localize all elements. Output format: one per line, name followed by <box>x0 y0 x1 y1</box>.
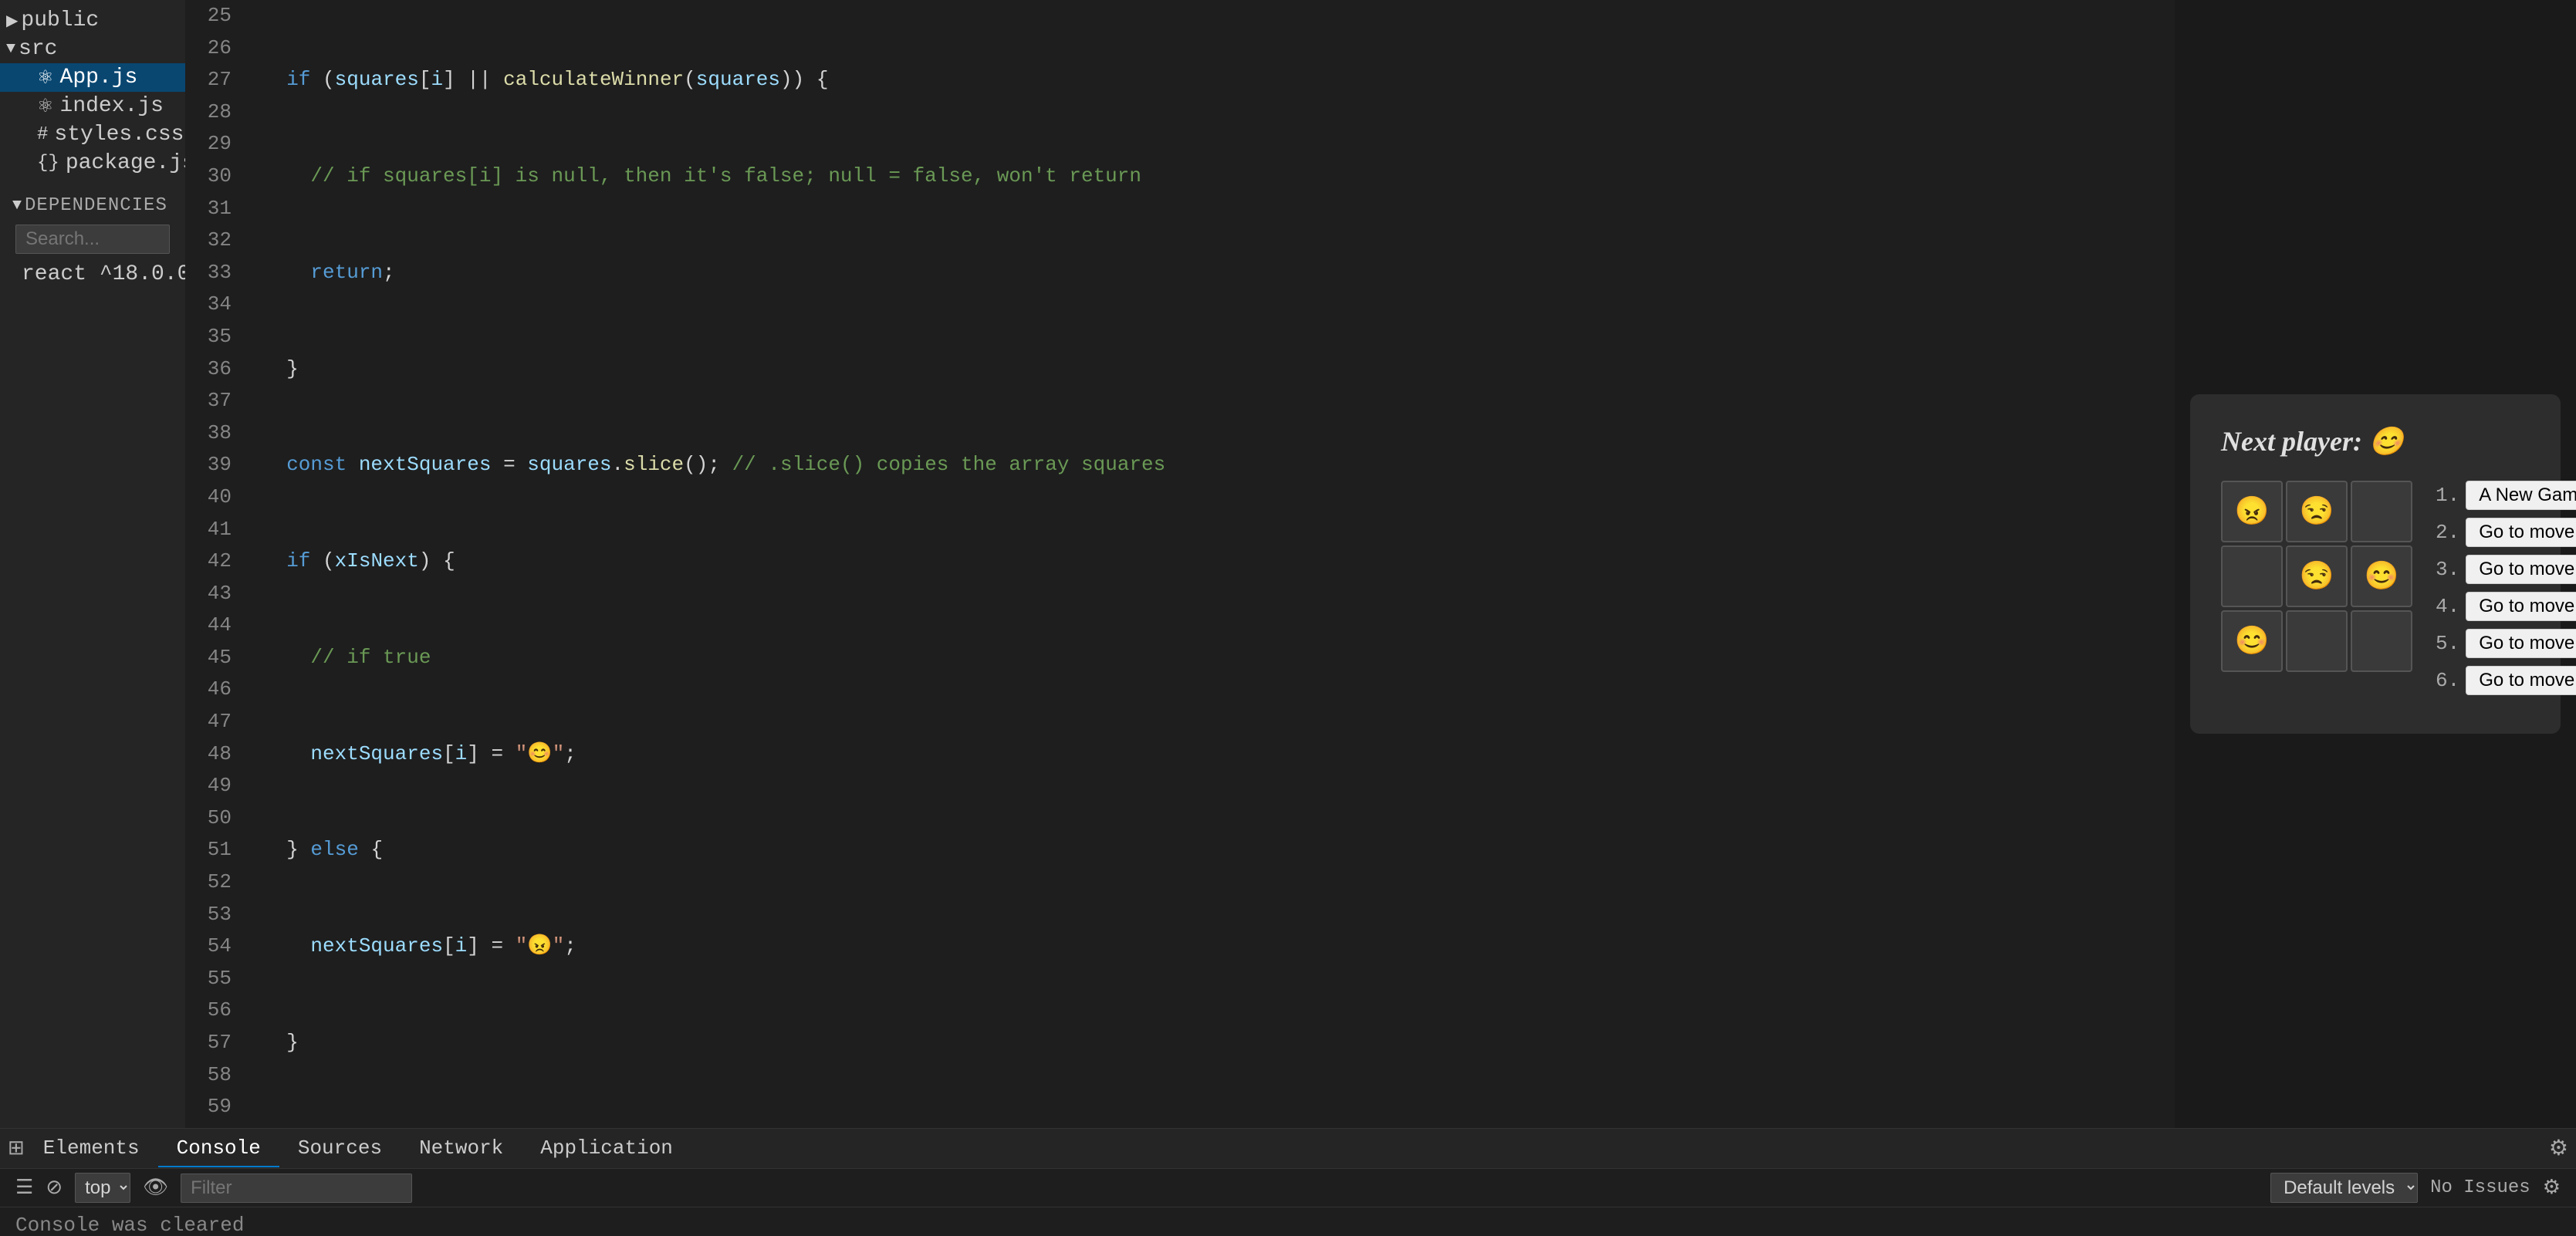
goto-move-3-button[interactable]: Go to move #3 <box>2466 592 2576 621</box>
file-icon: {} <box>37 153 59 174</box>
game-content: 😠 😒 😒 😊 😊 <box>2221 481 2530 703</box>
move-item-3: 4. Go to move #3 <box>2436 592 2576 621</box>
chevron-right-icon: ▶ <box>6 11 18 31</box>
tab-elements[interactable]: Elements <box>25 1130 158 1167</box>
tab-console[interactable]: Console <box>158 1130 279 1167</box>
square-2-0[interactable]: 😊 <box>2221 610 2283 672</box>
sidebar-item-label: public <box>21 8 99 32</box>
sidebar-item-label: styles.css <box>54 123 184 147</box>
eye-icon[interactable]: 👁 <box>143 1176 168 1200</box>
sidebar-item-appjs[interactable]: ⚛ App.js <box>0 63 185 92</box>
issues-settings-icon[interactable]: ⚙ <box>2543 1176 2561 1200</box>
devtools-right: Default levels No Issues ⚙ <box>2270 1173 2561 1203</box>
devtools-toggle-icon[interactable]: ⊞ <box>8 1136 25 1160</box>
square-0-1[interactable]: 😒 <box>2286 481 2348 542</box>
board-row-2: 😊 <box>2221 610 2412 672</box>
board-row-1: 😒 😊 <box>2221 545 2412 607</box>
code-content[interactable]: if (squares[i] || calculateWinner(square… <box>247 0 2175 1128</box>
editor-area: 2526272829 3031323334 3536373839 4041424… <box>185 0 2175 1128</box>
move-num-4: 5. <box>2436 632 2459 655</box>
move-item-4: 5. Go to move #4 <box>2436 629 2576 658</box>
dependencies-label: DEPENDENCIES <box>25 195 167 216</box>
square-1-0[interactable] <box>2221 545 2283 607</box>
move-num-2: 3. <box>2436 558 2459 581</box>
move-item-2: 3. Go to move #2 <box>2436 555 2576 584</box>
move-item-5: 6. Go to move #5 <box>2436 666 2576 695</box>
console-cleared-text: Console was cleared <box>15 1214 244 1236</box>
file-icon: ⚛ <box>37 95 54 118</box>
square-0-0[interactable]: 😠 <box>2221 481 2283 542</box>
sidebar-item-label: App.js <box>60 66 138 89</box>
move-num-0: 1. <box>2436 484 2459 507</box>
sidebar-item-src[interactable]: ▼ src <box>0 35 185 63</box>
board-row-0: 😠 😒 <box>2221 481 2412 542</box>
square-1-1[interactable]: 😒 <box>2286 545 2348 607</box>
search-container <box>6 218 179 260</box>
square-1-2[interactable]: 😊 <box>2351 545 2412 607</box>
sidebar-toggle-icon[interactable]: ☰ <box>15 1176 33 1200</box>
no-issues-label: No Issues <box>2430 1177 2530 1198</box>
react-version-label: react ^18.0.0 <box>22 262 190 286</box>
new-game-button[interactable]: A New Game ! <box>2466 481 2576 510</box>
clear-console-icon[interactable]: ⊘ <box>46 1176 63 1200</box>
game-board[interactable]: 😠 😒 😒 😊 😊 <box>2221 481 2412 672</box>
square-2-1[interactable] <box>2286 610 2348 672</box>
chevron-down-icon: ▼ <box>6 40 15 58</box>
move-item-0: 1. A New Game ! <box>2436 481 2576 510</box>
line-numbers: 2526272829 3031323334 3536373839 4041424… <box>185 0 247 1128</box>
chevron-down-icon: ▼ <box>12 197 22 214</box>
move-num-5: 6. <box>2436 669 2459 692</box>
sidebar-item-indexjs[interactable]: ⚛ index.js <box>0 92 185 120</box>
goto-move-2-button[interactable]: Go to move #2 <box>2466 555 2576 584</box>
sidebar-react-version: react ^18.0.0 <box>6 260 179 289</box>
sidebar-item-label: src <box>19 37 57 61</box>
devtools-toolbar: ☰ ⊘ top 👁 Default levels No Issues ⚙ <box>0 1169 2576 1207</box>
log-levels-dropdown[interactable]: Default levels <box>2270 1173 2418 1203</box>
tab-application[interactable]: Application <box>522 1130 691 1167</box>
moves-list: 1. A New Game ! 2. Go to move #1 3. Go t… <box>2436 481 2576 703</box>
tab-network[interactable]: Network <box>401 1130 522 1167</box>
move-item-1: 2. Go to move #1 <box>2436 518 2576 547</box>
game-panel: Next player: 😊 😠 😒 😒 😊 😊 <box>2175 0 2576 1128</box>
console-filter-input[interactable] <box>181 1174 412 1203</box>
sidebar-item-public[interactable]: ▶ public <box>0 6 185 35</box>
move-num-1: 2. <box>2436 521 2459 544</box>
devtools-console-content: Console was cleared <box>0 1207 2576 1236</box>
file-icon: # <box>37 124 48 145</box>
square-0-2[interactable] <box>2351 481 2412 542</box>
context-dropdown[interactable]: top <box>75 1173 130 1203</box>
goto-move-4-button[interactable]: Go to move #4 <box>2466 629 2576 658</box>
search-input[interactable] <box>15 225 170 254</box>
devtools: ⊞ Elements Console Sources Network Appli… <box>0 1128 2576 1236</box>
goto-move-1-button[interactable]: Go to move #1 <box>2466 518 2576 547</box>
tab-sources[interactable]: Sources <box>279 1130 401 1167</box>
square-2-2[interactable] <box>2351 610 2412 672</box>
sidebar-dependencies[interactable]: ▼ DEPENDENCIES <box>6 193 179 218</box>
sidebar-item-label: index.js <box>60 94 164 118</box>
move-num-3: 4. <box>2436 595 2459 618</box>
devtools-tabs: ⊞ Elements Console Sources Network Appli… <box>0 1129 2576 1169</box>
sidebar: ▶ public ▼ src ⚛ App.js ⚛ index.js # sty… <box>0 0 185 1128</box>
game-status: Next player: 😊 <box>2221 425 2530 458</box>
sidebar-item-stylescss[interactable]: # styles.css <box>0 120 185 149</box>
sidebar-item-packagejson[interactable]: {} package.json <box>0 149 185 177</box>
file-icon: ⚛ <box>37 66 54 89</box>
game-card: Next player: 😊 😠 😒 😒 😊 😊 <box>2190 394 2561 734</box>
devtools-settings-icon[interactable]: ⚙ <box>2549 1135 2568 1162</box>
goto-move-5-button[interactable]: Go to move #5 <box>2466 666 2576 695</box>
